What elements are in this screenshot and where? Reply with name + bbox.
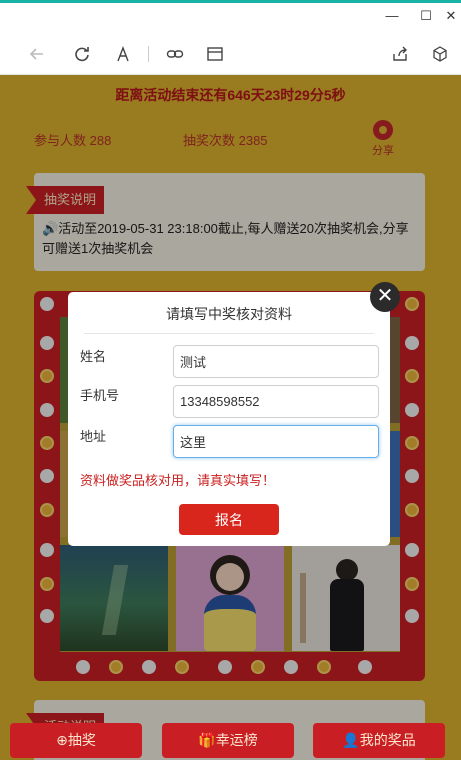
close-window-button[interactable]: ✕ [441, 7, 461, 25]
share-out-icon[interactable] [389, 43, 411, 65]
maximize-button[interactable]: ☐ [416, 7, 436, 25]
name-label: 姓名 [80, 349, 107, 364]
phone-input[interactable] [173, 385, 379, 418]
phone-label: 手机号 [80, 388, 120, 403]
back-icon[interactable] [26, 43, 48, 65]
address-label: 地址 [80, 429, 107, 444]
dialog-divider [84, 333, 374, 334]
submit-button[interactable]: 报名 [179, 504, 279, 535]
address-input[interactable] [173, 425, 379, 458]
name-input[interactable] [173, 345, 379, 378]
refresh-icon[interactable] [71, 43, 93, 65]
cube-icon[interactable] [429, 43, 451, 65]
browser-toolbar [0, 29, 461, 75]
close-dialog-icon[interactable]: ✕ [370, 282, 400, 312]
toolbar-divider [148, 46, 149, 62]
nav-draw-button[interactable]: ⊕抽奖 [10, 723, 142, 758]
title-bar: — ☐ ✕ [0, 3, 461, 29]
text-size-icon[interactable] [112, 43, 134, 65]
nav-my-prizes-label: 我的奖品 [359, 732, 416, 748]
window-layout-icon[interactable] [204, 43, 226, 65]
nav-my-prizes-button[interactable]: 👤我的奖品 [313, 723, 445, 758]
user-icon: 👤 [342, 732, 360, 748]
nav-lucky-button[interactable]: 🎁幸运榜 [162, 723, 294, 758]
minimize-button[interactable]: — [382, 7, 402, 25]
link-icon[interactable] [164, 43, 186, 65]
dialog-title: 请填写中奖核对资料 [166, 306, 292, 322]
prize-info-dialog: 请填写中奖核对资料 姓名 手机号 地址 资料做奖品核对用，请真实填写！ 报名 [68, 292, 390, 546]
gift-icon: 🎁 [198, 732, 216, 748]
warning-text: 资料做奖品核对用，请真实填写！ [80, 473, 276, 488]
globe-icon: ⊕ [56, 732, 68, 748]
nav-lucky-label: 幸运榜 [215, 732, 258, 748]
nav-draw-label: 抽奖 [67, 732, 96, 748]
